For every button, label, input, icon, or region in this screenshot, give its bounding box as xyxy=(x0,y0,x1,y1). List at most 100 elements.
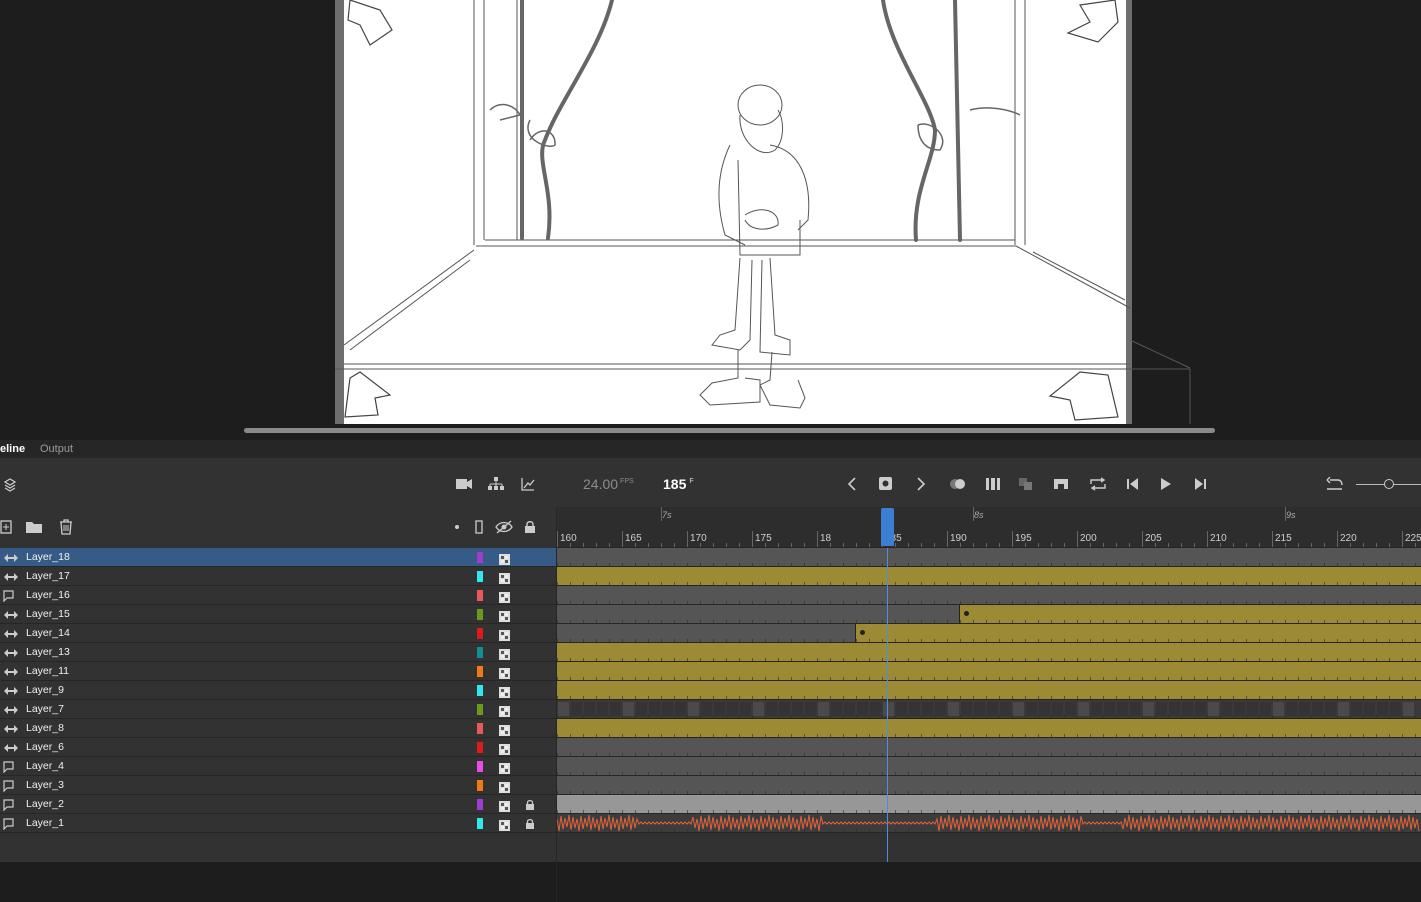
layer-row[interactable]: Layer_4 xyxy=(0,757,556,776)
layer-color-swatch[interactable] xyxy=(477,552,483,563)
normal-layer-icon[interactable] xyxy=(3,589,16,603)
layer-frames-track[interactable] xyxy=(557,814,1421,833)
layer-row[interactable]: Layer_2 xyxy=(0,795,556,814)
motion-tween-layer-icon[interactable] xyxy=(3,608,18,620)
frame-cell[interactable] xyxy=(1299,702,1310,716)
frame-cell[interactable] xyxy=(1377,702,1388,716)
layer-name[interactable]: Layer_9 xyxy=(26,684,64,696)
layer-visibility-checker-icon[interactable] xyxy=(499,571,510,584)
frame-cell[interactable] xyxy=(740,702,751,716)
layer-visibility-checker-icon[interactable] xyxy=(499,609,510,622)
layer-name[interactable]: Layer_8 xyxy=(26,722,64,734)
frame-cell[interactable] xyxy=(961,702,972,716)
normal-layer-icon[interactable] xyxy=(3,779,16,793)
frame-cell[interactable] xyxy=(753,702,764,716)
layer-row[interactable]: Layer_3 xyxy=(0,776,556,795)
layer-visibility-checker-icon[interactable] xyxy=(499,780,510,793)
layer-frames-track[interactable] xyxy=(557,700,1421,719)
frame-cell[interactable] xyxy=(1234,702,1245,716)
layer-row[interactable]: Layer_18 xyxy=(0,548,556,567)
layer-name[interactable]: Layer_3 xyxy=(26,779,64,791)
layer-visibility-checker-icon[interactable] xyxy=(499,742,510,755)
frame-cell[interactable] xyxy=(584,702,595,716)
frame-cell[interactable] xyxy=(1390,702,1401,716)
frame-cell[interactable] xyxy=(714,702,725,716)
new-folder-icon[interactable] xyxy=(24,517,44,537)
layer-visibility-checker-icon[interactable] xyxy=(499,685,510,698)
layer-row[interactable]: Layer_7 xyxy=(0,700,556,719)
layers-icon[interactable] xyxy=(0,475,20,495)
frame-cell[interactable] xyxy=(792,702,803,716)
undo-icon[interactable] xyxy=(1325,474,1345,494)
layer-row[interactable]: Layer_11 xyxy=(0,662,556,681)
frame-cell[interactable] xyxy=(1091,702,1102,716)
layer-row[interactable]: Layer_9 xyxy=(0,681,556,700)
new-layer-icon[interactable] xyxy=(0,517,16,537)
frame-cell[interactable] xyxy=(623,702,634,716)
layer-frames-track[interactable] xyxy=(557,738,1421,757)
layer-visibility-checker-icon[interactable] xyxy=(499,647,510,660)
layer-name[interactable]: Layer_15 xyxy=(26,608,70,620)
insert-keyframe-icon[interactable] xyxy=(876,474,896,494)
frame-cell[interactable] xyxy=(1260,702,1271,716)
layer-color-swatch[interactable] xyxy=(477,609,483,620)
frame-cell[interactable] xyxy=(688,702,699,716)
layer-color-swatch[interactable] xyxy=(477,666,483,677)
frame-cell[interactable] xyxy=(1078,702,1089,716)
frame-cell[interactable] xyxy=(727,702,738,716)
frame-cell[interactable] xyxy=(558,702,569,716)
frame-cell[interactable] xyxy=(1195,702,1206,716)
normal-layer-icon[interactable] xyxy=(3,760,16,774)
center-frame-icon[interactable] xyxy=(1051,474,1071,494)
layer-row[interactable]: Layer_6 xyxy=(0,738,556,757)
frame-cell[interactable] xyxy=(1026,702,1037,716)
layer-lock-icon[interactable] xyxy=(525,798,535,810)
layer-frames-track[interactable] xyxy=(557,757,1421,776)
frame-cell[interactable] xyxy=(922,702,933,716)
layer-color-swatch[interactable] xyxy=(477,685,483,696)
frame-cell[interactable] xyxy=(896,702,907,716)
dot-icon[interactable] xyxy=(447,517,467,537)
timeline-frames[interactable]: 1601651701751818519019520020521021522022… xyxy=(557,507,1421,862)
normal-layer-icon[interactable] xyxy=(3,798,16,812)
step-back-icon[interactable] xyxy=(1123,474,1143,494)
frame-cell[interactable] xyxy=(1286,702,1297,716)
frame-cell[interactable] xyxy=(1039,702,1050,716)
layer-visibility-checker-icon[interactable] xyxy=(499,552,510,565)
frame-cell[interactable] xyxy=(974,702,985,716)
layer-row[interactable]: Layer_16 xyxy=(0,586,556,605)
motion-tween-layer-icon[interactable] xyxy=(3,570,18,582)
layer-frames-track[interactable] xyxy=(557,662,1421,681)
frame-cell[interactable] xyxy=(935,702,946,716)
frame-cell[interactable] xyxy=(870,702,881,716)
layer-color-swatch[interactable] xyxy=(477,590,483,601)
layer-color-swatch[interactable] xyxy=(477,742,483,753)
layer-name[interactable]: Layer_1 xyxy=(26,817,64,829)
frame-cell[interactable] xyxy=(857,702,868,716)
layer-visibility-checker-icon[interactable] xyxy=(499,666,510,679)
frame-cell[interactable] xyxy=(1312,702,1323,716)
frame-cell[interactable] xyxy=(844,702,855,716)
frame-cell[interactable] xyxy=(1351,702,1362,716)
layer-visibility-checker-icon[interactable] xyxy=(499,818,510,831)
fps-display[interactable]: 24.00 FPS xyxy=(583,476,634,492)
frame-cell[interactable] xyxy=(1143,702,1154,716)
layer-name[interactable]: Layer_6 xyxy=(26,741,64,753)
frame-cell[interactable] xyxy=(571,702,582,716)
layer-frames-track[interactable] xyxy=(557,567,1421,586)
frame-cell[interactable] xyxy=(1247,702,1258,716)
frame-cell[interactable] xyxy=(1403,702,1414,716)
frame-cell[interactable] xyxy=(818,702,829,716)
layer-frames-track[interactable] xyxy=(557,624,1421,643)
onion-skin-icon[interactable] xyxy=(948,474,968,494)
frame-cell[interactable] xyxy=(1221,702,1232,716)
loop-icon[interactable] xyxy=(1088,474,1108,494)
motion-tween-layer-icon[interactable] xyxy=(3,722,18,734)
frame-cell[interactable] xyxy=(1208,702,1219,716)
frame-cell[interactable] xyxy=(1013,702,1024,716)
frame-cell[interactable] xyxy=(805,702,816,716)
frame-cell[interactable] xyxy=(1364,702,1375,716)
graph-icon[interactable] xyxy=(518,474,538,494)
frame-cell[interactable] xyxy=(1273,702,1284,716)
stage-area[interactable] xyxy=(0,0,1421,442)
